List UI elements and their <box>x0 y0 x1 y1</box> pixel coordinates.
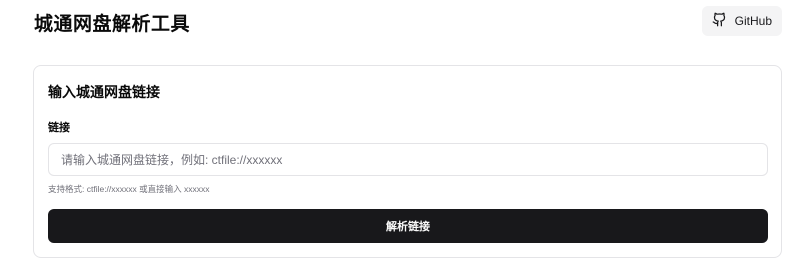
github-button[interactable]: GitHub <box>701 6 782 36</box>
page-title: 城通网盘解析工具 <box>34 12 191 35</box>
parse-link-button[interactable]: 解析链接 <box>48 209 768 243</box>
link-input[interactable] <box>48 143 768 176</box>
link-input-card: 输入城通网盘链接 链接 支持格式: ctfile://xxxxxx 或直接输入 … <box>33 65 782 258</box>
card-title: 输入城通网盘链接 <box>48 85 160 101</box>
link-field-label: 链接 <box>48 121 70 134</box>
github-icon <box>712 12 727 30</box>
page-header: 城通网盘解析工具 GitHub <box>34 0 782 48</box>
format-hint: 支持格式: ctfile://xxxxxx 或直接输入 xxxxxx <box>48 184 210 194</box>
github-label: GitHub <box>734 14 772 28</box>
